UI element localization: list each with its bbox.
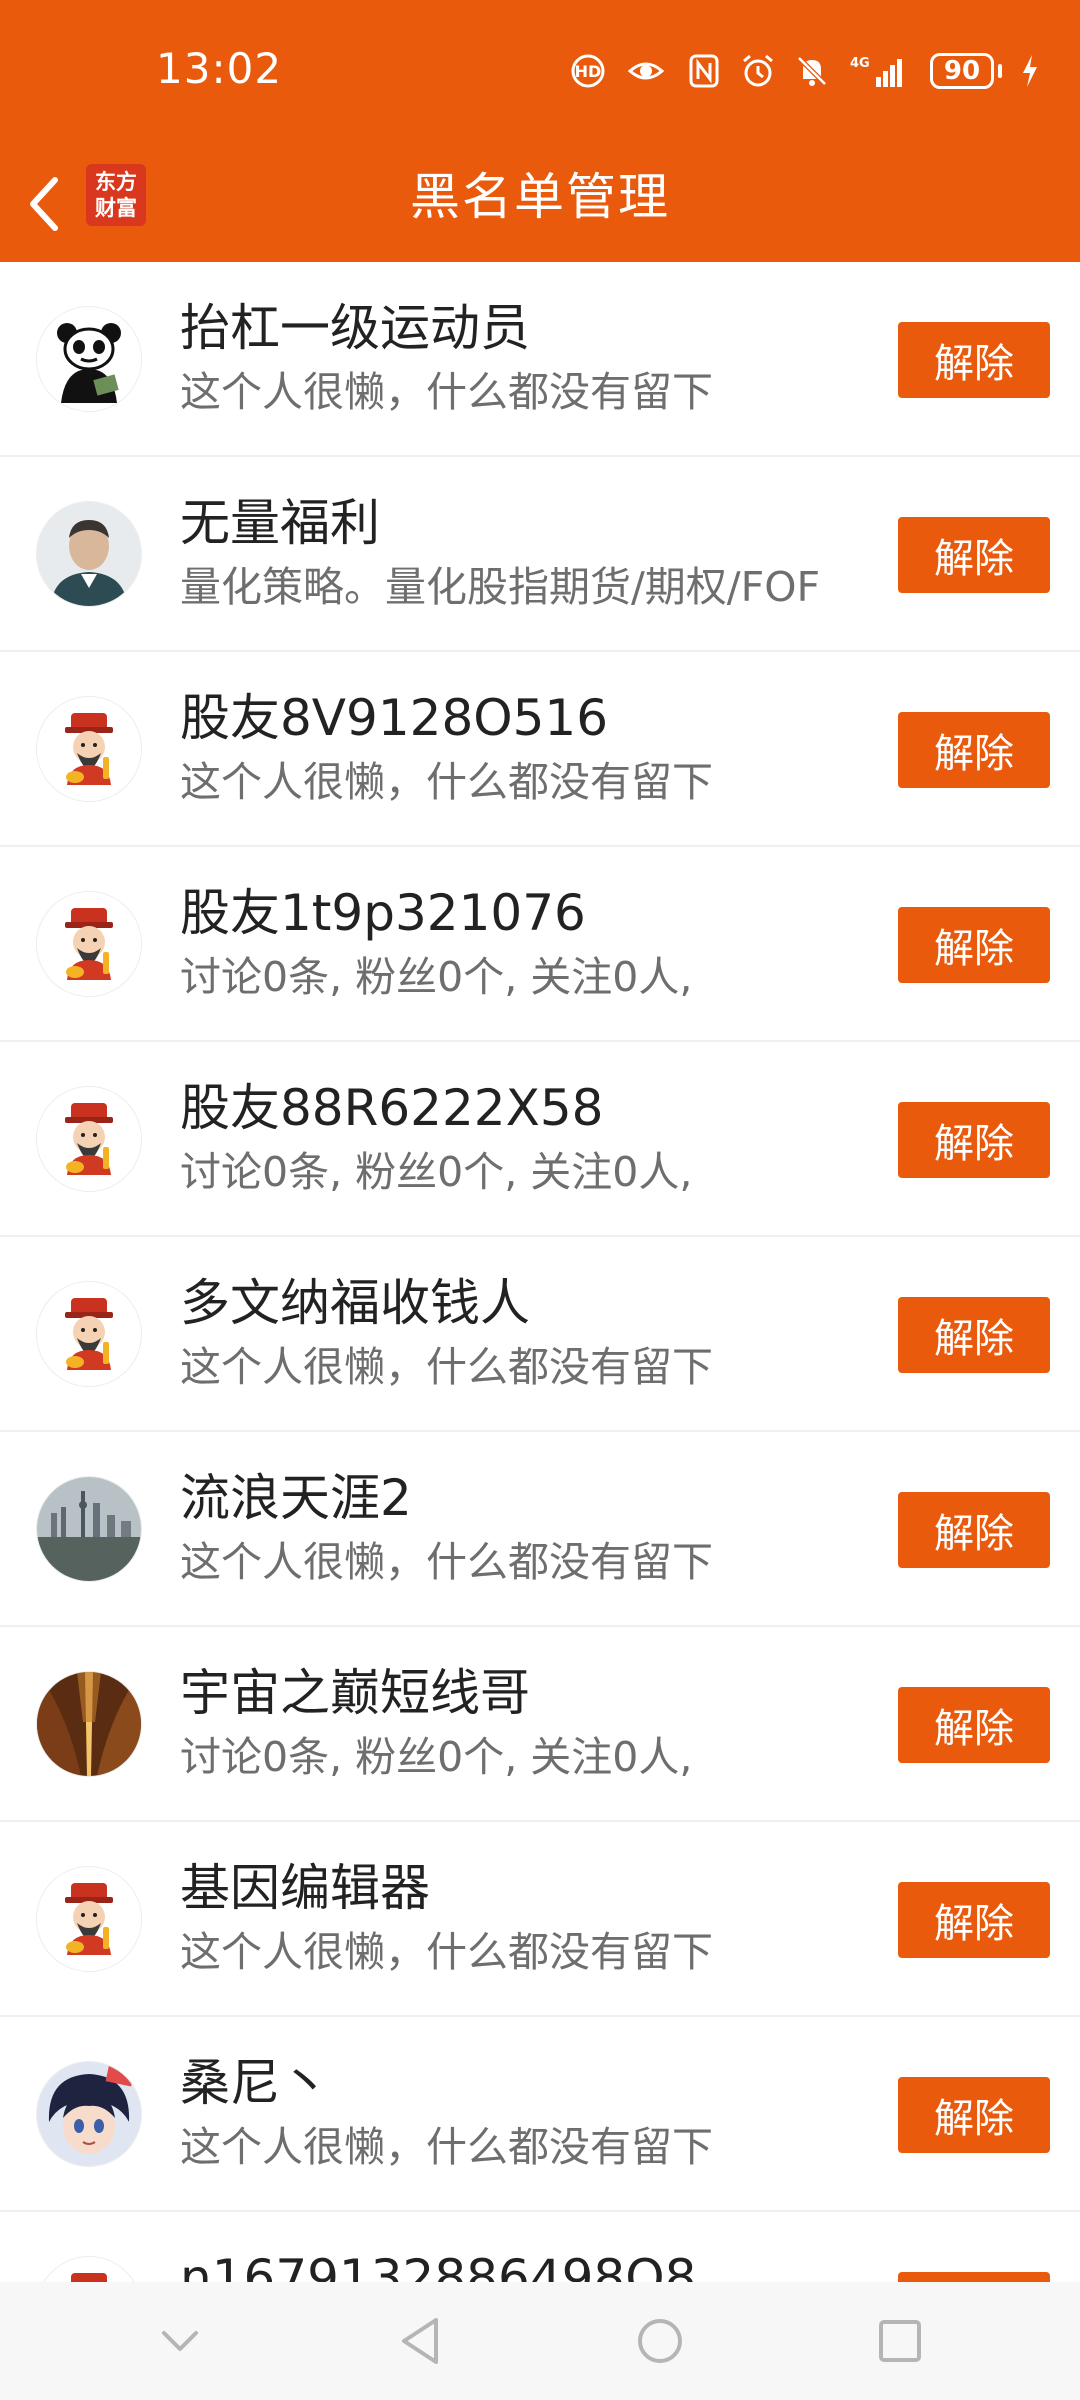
alarm-icon xyxy=(743,54,773,87)
system-recents-button[interactable] xyxy=(865,2306,935,2376)
user-avatar[interactable] xyxy=(36,891,142,997)
user-avatar[interactable] xyxy=(36,2061,142,2167)
anime-avatar xyxy=(37,2062,141,2166)
user-name[interactable]: 股友8V9128O516 xyxy=(180,684,608,752)
blacklist-row[interactable]: 流浪天涯2 这个人很懒，什么都没有留下 解除 xyxy=(0,1432,1080,1627)
blacklist-row[interactable]: 无量福利量化策略。量化股指期货/期权/FOF 解除 xyxy=(0,457,1080,652)
user-avatar[interactable] xyxy=(36,696,142,802)
unblock-button[interactable]: 解除 xyxy=(898,712,1050,788)
page-title: 黑名单管理 xyxy=(410,168,670,226)
unblock-button[interactable]: 解除 xyxy=(898,1492,1050,1568)
hd-call-icon: HD xyxy=(571,54,605,88)
unblock-button[interactable]: 解除 xyxy=(898,1102,1050,1178)
system-home-button[interactable] xyxy=(625,2306,695,2376)
user-description: 这个人很懒，什么都没有留下 xyxy=(180,1343,713,1391)
system-back-button[interactable] xyxy=(385,2306,455,2376)
man-photo-avatar xyxy=(37,502,141,606)
user-name[interactable]: 抬杠一级运动员 xyxy=(180,294,530,362)
screen: 13:02 HD 4G 90 东方 财富 黑名单管理 抬杠一级运动员 这个人很懒… xyxy=(0,0,1080,2400)
status-time: 13:02 xyxy=(156,44,283,93)
user-avatar[interactable] xyxy=(36,1476,142,1582)
user-name[interactable]: 股友88R6222X58 xyxy=(180,1074,604,1142)
blacklist-row[interactable]: 抬杠一级运动员这个人很懒，什么都没有留下 解除 xyxy=(0,262,1080,457)
user-name[interactable]: 流浪天涯2 xyxy=(180,1464,412,1532)
battery-indicator: 90 xyxy=(930,53,1002,89)
user-description: 这个人很懒，什么都没有留下 xyxy=(180,1538,713,1586)
blacklist: 抬杠一级运动员 这个人很懒，什么都没有留下 解除 无量福利 量化策略。量化股指期货/期… xyxy=(0,262,1080,2400)
system-nav-bar xyxy=(0,2282,1080,2400)
status-icons: HD 4G 90 xyxy=(570,44,1040,98)
unblock-button[interactable]: 解除 xyxy=(898,517,1050,593)
user-description: 这个人很懒，什么都没有留下 xyxy=(180,2123,713,2171)
fortune-god-avatar xyxy=(37,697,141,801)
user-avatar[interactable] xyxy=(36,1671,142,1777)
user-description: 这个人很懒，什么都没有留下 xyxy=(180,758,713,806)
user-name[interactable]: 多文纳福收钱人 xyxy=(180,1269,530,1337)
eye-icon xyxy=(627,62,665,80)
user-description: 讨论0条, 粉丝0个, 关注0人, xyxy=(180,953,693,1001)
user-name[interactable]: 股友1t9p321076 xyxy=(180,879,586,947)
unblock-button[interactable]: 解除 xyxy=(898,1297,1050,1373)
blacklist-row[interactable]: 股友88R6222X58 讨论0条, 粉丝0个, 关注0人, 解除 xyxy=(0,1042,1080,1237)
fortune-god-avatar xyxy=(37,892,141,996)
home-circle-icon xyxy=(638,2319,682,2363)
user-avatar[interactable] xyxy=(36,306,142,412)
panda-meme-avatar xyxy=(37,307,141,411)
blacklist-row[interactable]: 多文纳福收钱人这个人很懒，什么都没有留下 解除 xyxy=(0,1237,1080,1432)
user-avatar[interactable] xyxy=(36,501,142,607)
unblock-button[interactable]: 解除 xyxy=(898,1882,1050,1958)
user-description: 这个人很懒，什么都没有留下 xyxy=(180,1928,713,1976)
chevron-down-icon xyxy=(162,2331,198,2351)
user-name[interactable]: 桑尼丶 xyxy=(180,2049,330,2117)
hide-keyboard-button[interactable] xyxy=(145,2306,215,2376)
blacklist-row[interactable]: 宇宙之巅短线哥讨论0条, 粉丝0个, 关注0人, 解除 xyxy=(0,1627,1080,1822)
user-description: 讨论0条, 粉丝0个, 关注0人, xyxy=(180,1733,693,1781)
unblock-button[interactable]: 解除 xyxy=(898,322,1050,398)
unblock-button[interactable]: 解除 xyxy=(898,2077,1050,2153)
svg-text:HD: HD xyxy=(575,62,602,81)
fortune-god-avatar xyxy=(37,1867,141,1971)
status-bar: 13:02 HD 4G 90 xyxy=(0,0,1080,150)
app-header: 13:02 HD 4G 90 东方 财富 黑名单管理 xyxy=(0,0,1080,262)
back-triangle-icon xyxy=(402,2318,438,2364)
battery-level: 90 xyxy=(930,53,994,89)
user-name[interactable]: 基因编辑器 xyxy=(180,1854,430,1922)
user-avatar[interactable] xyxy=(36,1086,142,1192)
city-skyline-avatar xyxy=(37,1477,141,1581)
blacklist-row[interactable]: 桑尼丶这个人很懒，什么都没有留下 解除 xyxy=(0,2017,1080,2212)
nfc-icon xyxy=(689,54,719,88)
recents-square-icon xyxy=(879,2320,921,2362)
canyon-photo-avatar xyxy=(37,1672,141,1776)
user-name[interactable]: 无量福利 xyxy=(180,489,380,557)
blacklist-row[interactable]: 股友8V9128O516 这个人很懒，什么都没有留下 解除 xyxy=(0,652,1080,847)
user-avatar[interactable] xyxy=(36,1866,142,1972)
user-description: 讨论0条, 粉丝0个, 关注0人, xyxy=(180,1148,693,1196)
blacklist-row[interactable]: 股友1t9p321076 讨论0条, 粉丝0个, 关注0人, 解除 xyxy=(0,847,1080,1042)
signal-icon: 4G xyxy=(850,56,902,87)
unblock-button[interactable]: 解除 xyxy=(898,907,1050,983)
user-description: 这个人很懒，什么都没有留下 xyxy=(180,368,713,416)
svg-text:4G: 4G xyxy=(850,56,870,71)
fortune-god-avatar xyxy=(37,1087,141,1191)
user-name[interactable]: 宇宙之巅短线哥 xyxy=(180,1659,530,1727)
unblock-button[interactable]: 解除 xyxy=(898,1687,1050,1763)
blacklist-row[interactable]: 基因编辑器这个人很懒，什么都没有留下 解除 xyxy=(0,1822,1080,2017)
fortune-god-avatar xyxy=(37,1282,141,1386)
charging-icon xyxy=(1023,55,1037,87)
user-avatar[interactable] xyxy=(36,1281,142,1387)
nav-bar: 东方 财富 黑名单管理 xyxy=(0,150,1080,262)
mute-bell-icon xyxy=(797,56,827,86)
battery-cap xyxy=(998,64,1002,78)
user-description: 量化策略。量化股指期货/期权/FOF xyxy=(180,563,821,611)
